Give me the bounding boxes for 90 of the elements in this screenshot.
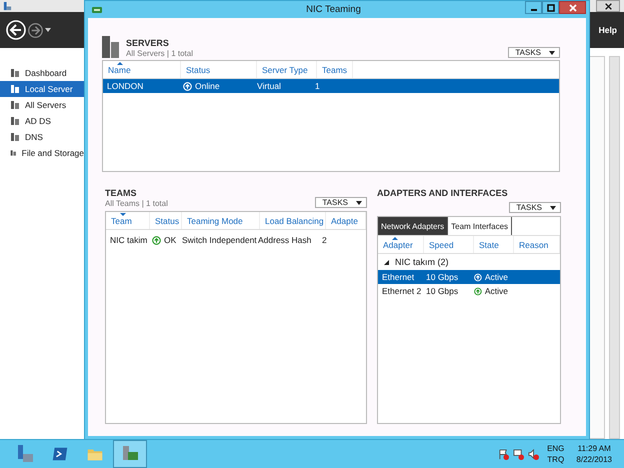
close-icon	[604, 2, 612, 10]
window-title: NIC Teaming	[305, 4, 362, 15]
table-cell: 10 Gbps	[426, 272, 458, 282]
terminal-icon	[51, 445, 69, 463]
nav-item[interactable]: Local Server	[0, 81, 84, 97]
server-icon	[10, 100, 20, 110]
section-subtitle: All Servers | 1 total	[126, 49, 194, 58]
group-header[interactable]: NIC takım (2)	[378, 254, 560, 270]
column-header[interactable]: Name	[103, 61, 181, 78]
servers-icon	[102, 36, 120, 58]
nav-item[interactable]: All Servers	[0, 97, 84, 113]
caret-icon	[356, 200, 362, 204]
column-header[interactable]: Reason	[514, 236, 560, 253]
table-cell: 1	[315, 81, 320, 91]
forward-icon[interactable]	[28, 22, 43, 38]
scrollbar[interactable]	[609, 56, 620, 439]
server-icon	[15, 444, 35, 464]
caret-icon	[550, 206, 556, 210]
server-icon	[10, 132, 20, 142]
maximize-button[interactable]	[542, 1, 559, 14]
table-cell: Switch Independent	[182, 235, 257, 245]
tab[interactable]: Network Adapters	[378, 217, 448, 235]
minimize-button[interactable]	[525, 1, 542, 14]
table-cell: Active	[484, 286, 508, 296]
taskbar-app[interactable]	[113, 440, 147, 468]
sort-arrow-icon	[120, 213, 126, 216]
language-indicator[interactable]: ENG TRQ	[543, 443, 568, 465]
column-header[interactable]: Teams	[317, 61, 353, 78]
sort-arrow-icon	[392, 237, 398, 240]
close-icon	[568, 4, 576, 12]
column-header[interactable]: Adapter	[378, 236, 424, 253]
column-header[interactable]: Team	[106, 212, 150, 229]
table-row[interactable]: LONDON Online Virtual 1	[103, 79, 559, 93]
column-header[interactable]: Status	[150, 212, 182, 229]
dropdown-icon[interactable]	[45, 28, 51, 32]
tasks-button[interactable]: TASKS	[508, 47, 560, 58]
server-icon	[10, 84, 20, 94]
server-icon	[10, 116, 20, 126]
maximize-icon	[546, 4, 554, 12]
sort-arrow-icon	[117, 62, 123, 65]
nav-item[interactable]: DNS	[0, 129, 84, 145]
network-icon[interactable]	[513, 448, 524, 460]
speaker-icon[interactable]	[528, 448, 540, 460]
caret-icon	[549, 50, 555, 54]
table-cell: 2	[322, 235, 327, 245]
section-title: ADAPTERS AND INTERFACES	[377, 188, 509, 198]
close-button[interactable]	[596, 0, 620, 12]
table-cell: OK	[164, 235, 176, 245]
column-header[interactable]: Teaming Mode	[182, 212, 260, 229]
tasks-button[interactable]: TASKS	[315, 197, 367, 208]
flag-icon[interactable]	[498, 448, 510, 460]
table-cell: Virtual	[257, 81, 281, 91]
status-up-icon	[152, 236, 161, 244]
column-header[interactable]: Load Balancing	[260, 212, 326, 229]
column-header[interactable]: Speed	[424, 236, 474, 253]
table-cell: Address Hash	[258, 235, 312, 245]
status-up-icon	[183, 82, 192, 90]
section-title: SERVERS	[126, 38, 170, 48]
section-title: TEAMS	[105, 188, 138, 198]
tab[interactable]: Team Interfaces	[448, 217, 512, 235]
tasks-button[interactable]: TASKS	[509, 202, 561, 213]
table-row[interactable]: Ethernet 2 10 Gbps Active	[378, 284, 560, 298]
table-cell: Online	[195, 81, 220, 91]
section-subtitle: All Teams | 1 total	[105, 199, 169, 208]
table-cell: NIC takim	[110, 235, 148, 245]
table-cell: LONDON	[107, 81, 144, 91]
help-menu[interactable]: Help	[598, 25, 617, 35]
expand-arrow-icon	[384, 260, 389, 264]
column-header[interactable]: Server Type	[257, 61, 317, 78]
server-icon	[10, 148, 17, 158]
status-up-icon	[474, 286, 482, 296]
nav-item[interactable]: Dashboard	[0, 65, 84, 81]
nav-item[interactable]: AD DS	[0, 113, 84, 129]
clock[interactable]: 11:29 AM 8/22/2013	[572, 443, 616, 465]
close-button[interactable]	[559, 1, 586, 14]
table-cell: Ethernet 2	[382, 286, 422, 296]
column-header[interactable]: Status	[181, 61, 257, 78]
nav-item[interactable]: File and Storage	[0, 145, 84, 161]
server-icon	[10, 68, 20, 78]
table-row[interactable]: NIC takim OK Switch IndependentAddress Hash 2	[106, 230, 366, 250]
back-icon[interactable]	[6, 20, 26, 40]
nic-icon	[92, 6, 102, 14]
status-up-icon	[474, 272, 482, 282]
table-cell: 10 Gbps	[426, 286, 458, 296]
server-manager-icon	[3, 2, 12, 10]
column-header[interactable]: Adapte	[326, 212, 366, 229]
table-cell: Active	[484, 272, 508, 282]
table-cell: Ethernet	[382, 272, 414, 282]
column-header[interactable]: State	[474, 236, 514, 253]
table-row[interactable]: Ethernet 10 Gbps Active	[378, 270, 560, 284]
